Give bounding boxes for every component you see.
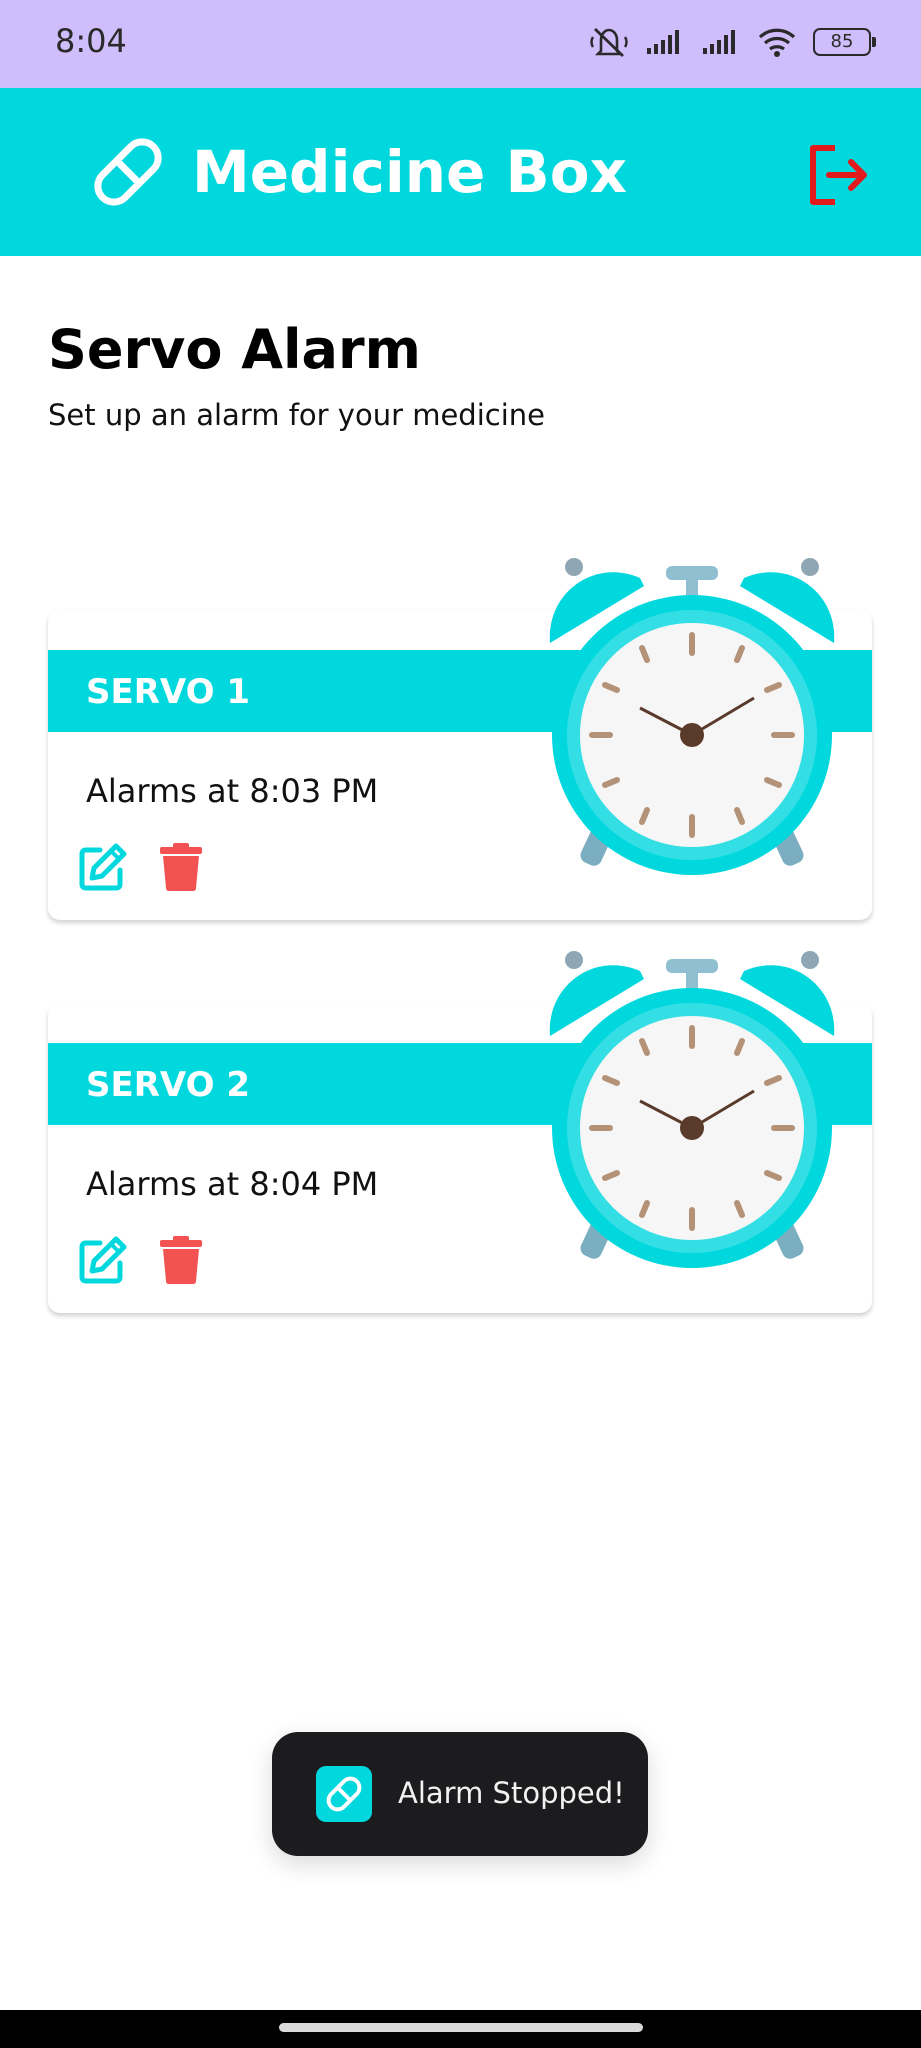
servo-label: SERVO 2 bbox=[86, 1065, 251, 1105]
alarm-clock-image bbox=[549, 951, 835, 1268]
pill-icon bbox=[94, 138, 162, 206]
toast-notification: Alarm Stopped! bbox=[272, 1732, 648, 1856]
alarm-time-text: Alarms at 8:03 PM bbox=[86, 772, 379, 810]
page-title: Servo Alarm bbox=[48, 318, 421, 381]
toast-message: Alarm Stopped! bbox=[398, 1776, 625, 1810]
trash-icon[interactable] bbox=[158, 842, 204, 892]
alarm-time-text: Alarms at 8:04 PM bbox=[86, 1165, 379, 1203]
home-indicator[interactable] bbox=[279, 2023, 643, 2032]
wifi-icon bbox=[758, 28, 796, 57]
servo-card: SERVO 1 Alarms at 8:03 PM bbox=[48, 558, 872, 920]
status-bar: 8:04 85 bbox=[0, 0, 921, 88]
status-time: 8:04 bbox=[55, 22, 127, 60]
mute-icon bbox=[590, 27, 628, 58]
battery-icon: 85 bbox=[813, 28, 876, 56]
edit-icon[interactable] bbox=[78, 842, 128, 892]
trash-icon[interactable] bbox=[158, 1235, 204, 1285]
signal-icon bbox=[703, 30, 735, 54]
page-subtitle: Set up an alarm for your medicine bbox=[48, 398, 545, 432]
app-header: Medicine Box bbox=[0, 88, 921, 256]
servo-label: SERVO 1 bbox=[86, 672, 251, 712]
signal-icon bbox=[647, 30, 679, 54]
logout-button[interactable] bbox=[805, 142, 871, 208]
servo-card: SERVO 2 Alarms at 8:04 PM bbox=[48, 951, 872, 1313]
pill-icon bbox=[316, 1766, 372, 1822]
alarm-clock-image bbox=[549, 558, 835, 875]
edit-icon[interactable] bbox=[78, 1235, 128, 1285]
status-icons: 85 bbox=[589, 22, 876, 62]
app-title: Medicine Box bbox=[192, 138, 627, 206]
